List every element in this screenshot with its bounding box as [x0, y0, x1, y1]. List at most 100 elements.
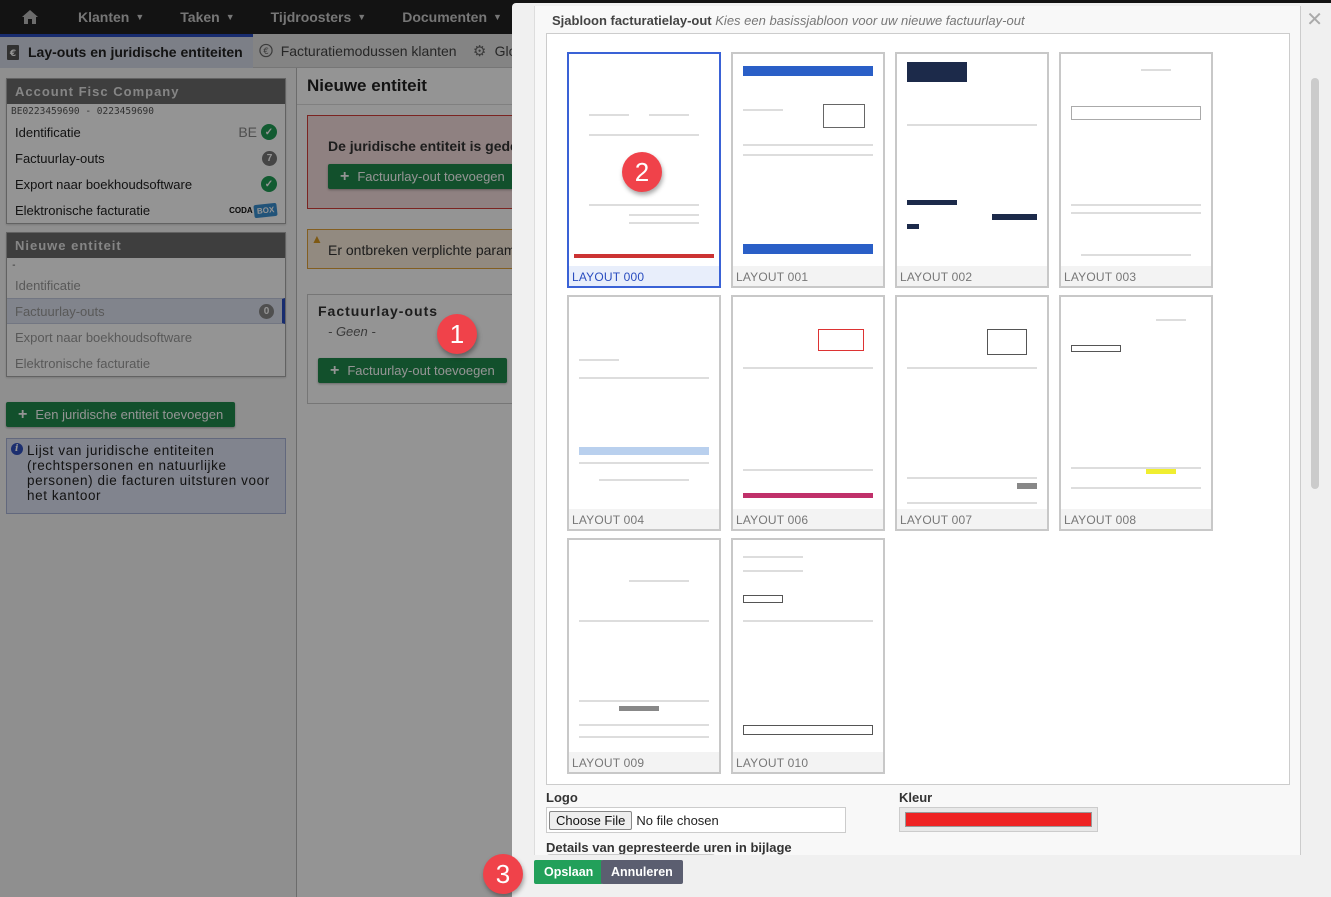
color-swatch: [905, 812, 1092, 827]
thumbnail-mark: [579, 724, 709, 726]
thumbnail-mark: [1071, 345, 1121, 352]
thumbnail-mark: [1146, 469, 1176, 474]
thumbnail-mark: [987, 329, 1027, 355]
thumbnail-mark: [1071, 106, 1201, 120]
thumbnail-mark: [743, 367, 873, 369]
layout-label: LAYOUT 008: [1064, 513, 1137, 527]
thumbnail-mark: [1071, 212, 1201, 214]
thumbnail-mark: [992, 214, 1037, 220]
thumbnail-mark: [579, 377, 709, 379]
thumbnail-mark: [1081, 254, 1191, 256]
layout-card[interactable]: LAYOUT 003: [1059, 52, 1213, 288]
thumbnail-mark: [1071, 204, 1201, 206]
thumbnail-mark: [743, 570, 803, 572]
layout-thumbnail: [569, 540, 719, 752]
thumbnail-mark: [589, 114, 629, 116]
step-marker-3: 3: [483, 854, 523, 894]
logo-file-input[interactable]: Choose File No file chosen: [546, 807, 846, 833]
thumbnail-mark: [907, 502, 1037, 504]
cancel-button[interactable]: Annuleren: [601, 860, 683, 884]
thumbnail-mark: [579, 359, 619, 361]
thumbnail-mark: [1071, 467, 1201, 469]
save-button[interactable]: Opslaan: [534, 860, 604, 884]
thumbnail-mark: [907, 124, 1037, 126]
thumbnail-mark: [589, 134, 699, 136]
layout-card[interactable]: LAYOUT 010: [731, 538, 885, 774]
thumbnail-mark: [579, 736, 709, 738]
layout-card[interactable]: LAYOUT 007: [895, 295, 1049, 531]
layout-card[interactable]: LAYOUT 002: [895, 52, 1049, 288]
thumbnail-mark: [579, 620, 709, 622]
details-label: Details van gepresteerde uren in bijlage: [546, 840, 792, 855]
thumbnail-mark: [1156, 319, 1186, 321]
modal-body: Sjabloon facturatielay-out Kies een basi…: [534, 6, 1301, 860]
thumbnail-mark: [743, 66, 873, 76]
layout-label: LAYOUT 001: [736, 270, 809, 284]
thumbnail-mark: [743, 469, 873, 471]
color-label: Kleur: [899, 790, 933, 805]
thumbnail-mark: [619, 706, 659, 711]
file-status: No file chosen: [636, 812, 719, 828]
thumbnail-mark: [629, 214, 699, 216]
thumbnail-mark: [629, 222, 699, 224]
layout-thumbnail: [733, 54, 883, 266]
modal-footer: Opslaan Annuleren: [512, 855, 1331, 897]
layout-label: LAYOUT 006: [736, 513, 809, 527]
layout-thumbnail: [733, 540, 883, 752]
layout-gallery: LAYOUT 000 LAYOUT 001 LAYOUT 002 LAYOUT 003…: [546, 33, 1290, 785]
thumbnail-mark: [743, 620, 873, 622]
thumbnail-mark: [743, 244, 873, 254]
thumbnail-mark: [579, 447, 709, 455]
thumbnail-mark: [1017, 483, 1037, 489]
layout-label: LAYOUT 010: [736, 756, 809, 770]
template-title: Sjabloon facturatielay-out: [552, 13, 712, 28]
layout-label: LAYOUT 000: [572, 270, 645, 284]
thumbnail-mark: [599, 479, 689, 481]
step-marker-2: 2: [622, 152, 662, 192]
logo-label: Logo: [546, 790, 578, 805]
thumbnail-mark: [907, 367, 1037, 369]
layout-label: LAYOUT 009: [572, 756, 645, 770]
layout-label: LAYOUT 002: [900, 270, 973, 284]
thumbnail-mark: [907, 62, 967, 82]
thumbnail-mark: [743, 144, 873, 146]
close-icon[interactable]: ✕: [1306, 10, 1323, 30]
thumbnail-mark: [907, 200, 957, 205]
thumbnail-mark: [907, 477, 1037, 479]
thumbnail-mark: [579, 462, 709, 464]
layout-thumbnail: [569, 297, 719, 509]
layout-card[interactable]: LAYOUT 009: [567, 538, 721, 774]
layout-card[interactable]: LAYOUT 001: [731, 52, 885, 288]
layout-thumbnail: [897, 297, 1047, 509]
thumbnail-mark: [907, 224, 919, 229]
thumbnail-mark: [579, 700, 709, 702]
thumbnail-mark: [743, 154, 873, 156]
thumbnail-mark: [1071, 487, 1201, 489]
thumbnail-mark: [743, 556, 803, 558]
thumbnail-mark: [823, 104, 865, 128]
step-marker-1: 1: [437, 314, 477, 354]
thumbnail-mark: [743, 109, 783, 111]
thumbnail-mark: [743, 595, 783, 603]
layout-label: LAYOUT 004: [572, 513, 645, 527]
thumbnail-mark: [743, 493, 873, 498]
choose-file-button[interactable]: Choose File: [549, 810, 633, 830]
scrollbar[interactable]: [1311, 78, 1319, 489]
layout-label: LAYOUT 007: [900, 513, 973, 527]
layout-thumbnail: [1061, 54, 1211, 266]
thumbnail-mark: [589, 204, 699, 206]
thumbnail-mark: [649, 114, 689, 116]
color-picker[interactable]: [899, 807, 1098, 832]
layout-thumbnail: [1061, 297, 1211, 509]
layout-card[interactable]: LAYOUT 004: [567, 295, 721, 531]
layout-thumbnail: [733, 297, 883, 509]
thumbnail-mark: [629, 580, 689, 582]
thumbnail-mark: [574, 254, 714, 258]
layout-label: LAYOUT 003: [1064, 270, 1137, 284]
layout-card[interactable]: LAYOUT 006: [731, 295, 885, 531]
layout-card[interactable]: LAYOUT 008: [1059, 295, 1213, 531]
template-label: Sjabloon facturatielay-out Kies een basi…: [552, 13, 1025, 28]
template-hint: Kies een basissjabloon voor uw nieuwe fa…: [715, 13, 1025, 28]
thumbnail-mark: [818, 329, 864, 351]
layout-thumbnail: [897, 54, 1047, 266]
